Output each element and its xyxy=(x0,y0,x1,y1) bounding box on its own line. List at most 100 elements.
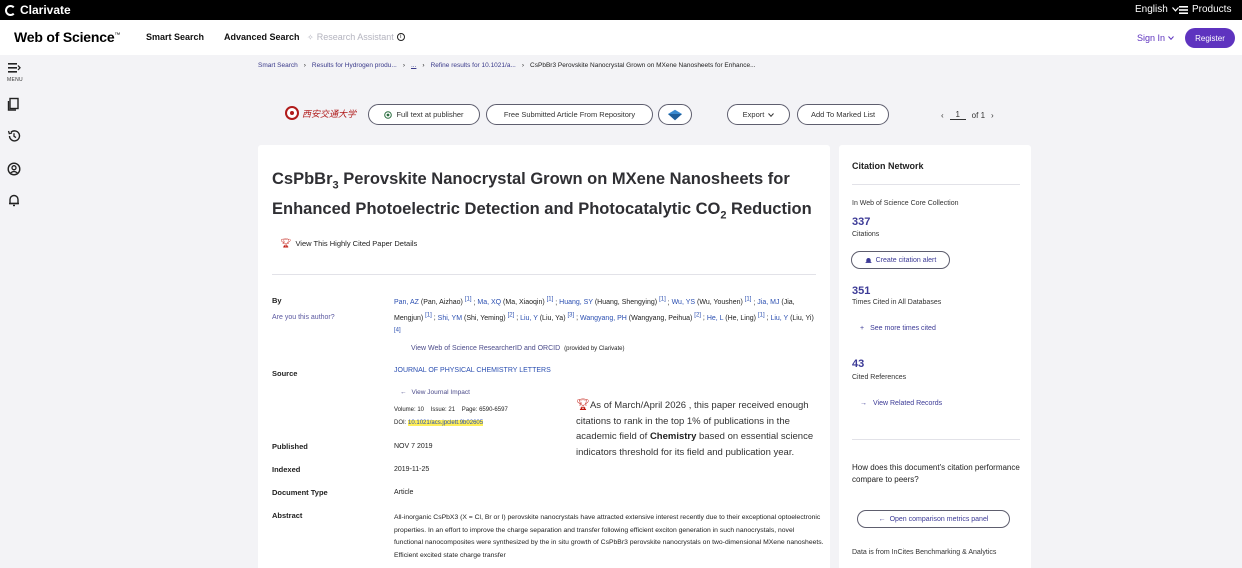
sparkle-icon: ✧ xyxy=(307,32,314,42)
repository-icon xyxy=(668,109,682,120)
author-affiliation: [1] xyxy=(744,297,752,303)
info-icon[interactable]: i xyxy=(396,33,405,41)
menu-icon[interactable] xyxy=(7,61,21,75)
wos-title-text: Web of Science xyxy=(14,29,115,45)
nav-advanced-search[interactable]: Advanced Search xyxy=(224,32,300,42)
clarivate-topbar: Clarivate English Products xyxy=(0,0,1242,20)
author-full: (Liu, Ya) xyxy=(539,314,566,322)
citations-label: Citations xyxy=(852,231,880,238)
add-to-marked-list-button[interactable]: Add To Marked List xyxy=(797,104,889,125)
open-comparison-panel-button[interactable]: ← Open comparison metrics panel xyxy=(857,510,1010,528)
see-more-times-cited-link[interactable]: + See more times cited xyxy=(860,325,936,332)
journal-impact-link[interactable]: ← View Journal Impact xyxy=(400,389,470,396)
arrow-left-icon: ← xyxy=(878,515,886,523)
highly-cited-link[interactable]: 🏆︎ View This Highly Cited Paper Details xyxy=(280,238,417,249)
author-list: Pan, AZ (Pan, Aizhao) [1] ; Ma, XQ (Ma, … xyxy=(394,294,814,340)
breadcrumb-results[interactable]: Results for Hydrogen produ... xyxy=(312,62,397,69)
open-panel-label: Open comparison metrics panel xyxy=(889,515,989,523)
title-text: CsPbBr xyxy=(272,170,333,188)
doi-line: DOI: 10.1021/acs.jpclett.9b02605 xyxy=(394,420,484,426)
full-text-button[interactable]: Full text at publisher xyxy=(368,104,480,125)
abstract-text: All-inorganic CsPbX3 (X = Cl, Br or I) p… xyxy=(394,514,824,559)
related-records-label: View Related Records xyxy=(873,400,943,407)
researcher-id-note: (provided by Clarivate) xyxy=(564,346,625,352)
institution-logo[interactable]: 西安交通大学 xyxy=(285,106,356,120)
author-affiliation: [4] xyxy=(394,327,401,334)
research-assistant-label: Research Assistant xyxy=(316,32,394,42)
author-affiliation: [2] xyxy=(507,312,515,319)
nav-research-assistant[interactable]: ✧ Research Assistant i xyxy=(307,32,405,42)
author-short: Pan, AZ xyxy=(394,299,419,307)
by-label: By xyxy=(272,296,282,305)
author-affiliation: [1] xyxy=(757,312,765,319)
arrow-right-icon: → xyxy=(860,400,867,407)
author-full: (Ma, Xiaoqin) xyxy=(503,299,545,307)
citation-network-panel: Citation Network In Web of Science Core … xyxy=(839,145,1031,568)
view-related-records-link[interactable]: → View Related Records xyxy=(860,400,942,407)
chevron-right-icon: › xyxy=(303,62,306,69)
trophy-icon: 🏆︎ xyxy=(280,238,292,248)
citations-count[interactable]: 337 xyxy=(852,216,870,228)
indexed-value: 2019-11-25 xyxy=(394,466,430,473)
breadcrumb-smart-search[interactable]: Smart Search xyxy=(258,62,298,69)
divider xyxy=(852,184,1020,185)
bell-icon xyxy=(865,257,872,263)
bell-icon[interactable] xyxy=(7,193,21,207)
author-affiliation: [1] xyxy=(464,297,472,303)
breadcrumb-ellipsis[interactable]: ... xyxy=(411,62,416,69)
nav-smart-search[interactable]: Smart Search xyxy=(146,32,204,42)
page-number-input[interactable]: 1 xyxy=(949,110,966,120)
divider xyxy=(852,439,1020,440)
author-4[interactable]: Wu, YS (Wu, Youshen) [1] xyxy=(672,297,752,306)
author-1[interactable]: Pan, AZ (Pan, Aizhao) [1] xyxy=(394,297,472,307)
history-icon[interactable] xyxy=(7,129,21,143)
author-7[interactable]: Liu, Y (Liu, Ya) [3] xyxy=(520,312,574,322)
clarivate-logo[interactable]: Clarivate xyxy=(5,3,71,17)
chevron-right-icon: › xyxy=(521,62,525,69)
document-type-value: Article xyxy=(394,489,414,496)
register-button[interactable]: Register xyxy=(1185,28,1235,48)
doi-link[interactable]: 10.1021/acs.jpclett.9b02605 xyxy=(408,420,484,426)
journal-link[interactable]: JOURNAL OF PHYSICAL CHEMISTRY LETTERS xyxy=(394,367,551,374)
create-alert-label: Create citation alert xyxy=(875,256,937,264)
create-citation-alert-button[interactable]: Create citation alert xyxy=(851,251,950,269)
clarivate-brand-text: Clarivate xyxy=(20,3,71,17)
profile-icon[interactable] xyxy=(7,162,21,176)
volume-line: Volume: 10 Issue: 21 Page: 6590-6597 xyxy=(394,407,508,413)
divider xyxy=(272,274,816,275)
previous-record-icon[interactable]: ‹ xyxy=(941,111,944,120)
see-more-label: See more times cited xyxy=(870,325,936,332)
volume: Volume: 10 xyxy=(394,407,425,413)
export-button[interactable]: Export xyxy=(727,104,790,125)
sign-in-link[interactable]: Sign In xyxy=(1137,33,1174,43)
all-databases-count[interactable]: 351 xyxy=(852,285,870,297)
unpaywall-button[interactable] xyxy=(658,104,692,125)
author-short: Shi, YM xyxy=(437,314,463,322)
clarivate-logo-icon xyxy=(5,4,16,16)
author-3[interactable]: Huang, SY (Huang, Shengying) [1] xyxy=(559,297,666,306)
author-full: (He, Ling) xyxy=(725,314,756,322)
free-article-button[interactable]: Free Submitted Article From Repository xyxy=(486,104,653,125)
author-9[interactable]: He, L (He, Ling) [1] xyxy=(707,312,765,322)
cited-references-count[interactable]: 43 xyxy=(852,358,864,370)
products-menu[interactable]: Products xyxy=(1179,4,1231,15)
wos-header: Web of Science™ Smart Search Advanced Se… xyxy=(0,20,1242,55)
author-8[interactable]: Wangyang, PH (Wangyang, Peihua) [2] xyxy=(580,312,701,321)
university-seal-icon xyxy=(285,106,299,120)
author-short: Liu, Y xyxy=(520,314,538,322)
author-full: (Liu, Yi) xyxy=(790,314,814,322)
chevron-down-icon xyxy=(768,112,775,117)
breadcrumb-refine[interactable]: Refine results for 10.1021/a... xyxy=(431,62,516,69)
author-6[interactable]: Shi, YM (Shi, Yeming) [2] xyxy=(437,312,515,322)
export-label: Export xyxy=(742,110,765,119)
record-card: CsPbBr3 Perovskite Nanocrystal Grown on … xyxy=(258,145,830,568)
are-you-author-link[interactable]: Are you this author? xyxy=(272,314,335,321)
author-2[interactable]: Ma, XQ (Ma, Xiaoqin) [1] xyxy=(477,297,553,307)
core-collection-label: In Web of Science Core Collection xyxy=(852,200,959,207)
breadcrumb-current: CsPbBr3 Perovskite Nanocrystal Grown on … xyxy=(530,62,756,69)
language-selector[interactable]: English xyxy=(1135,4,1179,15)
researcher-id-link[interactable]: View Web of Science ResearcherID and ORC… xyxy=(411,345,560,352)
next-record-icon[interactable]: › xyxy=(991,111,994,120)
wos-logo[interactable]: Web of Science™ xyxy=(14,29,120,45)
marked-list-icon[interactable] xyxy=(7,97,21,111)
